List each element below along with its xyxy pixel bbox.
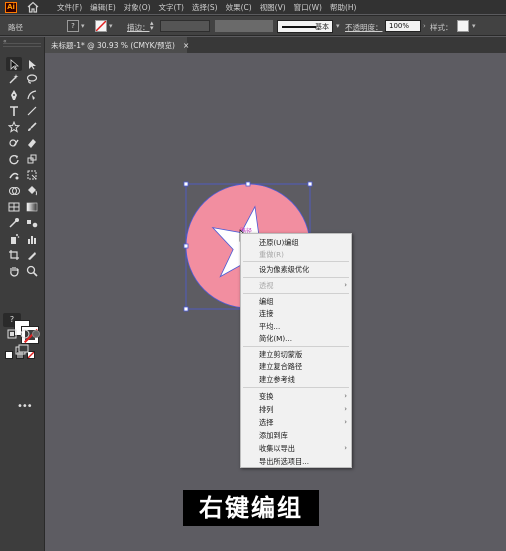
context-menu-item[interactable]: 建立参考线: [259, 375, 295, 385]
menu-separator: [243, 277, 349, 278]
submenu-arrow-icon: ›: [344, 405, 347, 413]
context-menu: 还原(U)编组 重做(R) 设为像素级优化 透视 › 编组连接平均... 简化(M)... 建…: [240, 233, 352, 468]
context-menu-item[interactable]: 排列: [259, 405, 273, 415]
context-menu-item: 透视: [259, 281, 274, 290]
context-menu-item[interactable]: 建立复合路径: [259, 362, 302, 372]
context-menu-item[interactable]: 还原(U)编组: [259, 238, 299, 248]
context-menu-item[interactable]: 变换: [259, 392, 273, 402]
context-menu-item[interactable]: 建立剪切蒙版: [259, 350, 302, 360]
menu-separator: [243, 346, 349, 347]
context-menu-item[interactable]: 编组: [259, 297, 273, 307]
context-menu-item[interactable]: 平均...: [259, 322, 280, 332]
illustrator-window: Ai 文件(F) 编辑(E) 对象(O) 文字(T) 选择(S) 效果(C) 视…: [0, 0, 506, 551]
menu-separator: [243, 387, 349, 388]
context-menu-item[interactable]: 简化(M)...: [259, 334, 292, 344]
context-menu-item[interactable]: 收集以导出: [259, 444, 295, 454]
submenu-arrow-icon: ›: [344, 281, 347, 289]
context-menu-item[interactable]: 选择: [259, 418, 273, 428]
menu-separator: [243, 293, 349, 294]
submenu-arrow-icon: ›: [344, 392, 347, 400]
context-menu-item[interactable]: 导出所选项目...: [259, 457, 309, 467]
context-menu-item[interactable]: 添加到库: [259, 431, 288, 441]
submenu-arrow-icon: ›: [344, 418, 347, 426]
context-menu-item: 重做(R): [259, 250, 284, 259]
video-subtitle: 右键编组: [183, 490, 319, 526]
context-menu-item[interactable]: 设为像素级优化: [259, 265, 309, 275]
menu-separator: [243, 261, 349, 262]
submenu-arrow-icon: ›: [344, 444, 347, 452]
context-menu-item[interactable]: 连接: [259, 309, 273, 319]
